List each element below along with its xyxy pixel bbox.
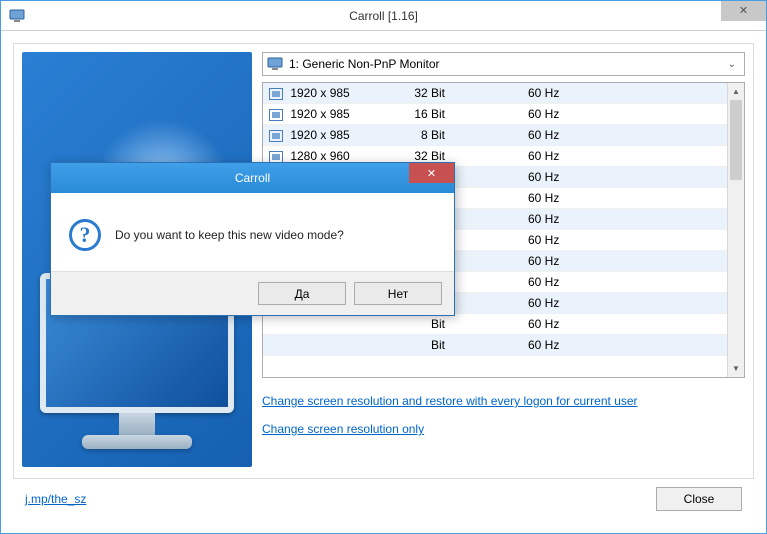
refresh-cell: 60 Hz (473, 272, 727, 293)
monitor-icon (267, 57, 283, 71)
scroll-down-button[interactable]: ▼ (728, 360, 744, 377)
dialog-title: Carroll (235, 171, 270, 185)
confirm-dialog: Carroll ✕ ? Do you want to keep this new… (50, 162, 455, 316)
dialog-yes-button[interactable]: Да (258, 282, 346, 305)
resolution-row[interactable]: 1920 x 9858 Bit60 Hz (263, 125, 727, 146)
refresh-cell: 60 Hz (473, 104, 727, 125)
refresh-cell: 60 Hz (473, 167, 727, 188)
bitdepth-cell: Bit (383, 335, 473, 356)
dialog-no-button[interactable]: Нет (354, 282, 442, 305)
monitor-dropdown[interactable]: 1: Generic Non-PnP Monitor ⌄ (262, 52, 745, 76)
resolution-cell: 1920 x 985 (263, 104, 383, 125)
bitdepth-cell: 16 Bit (383, 104, 473, 125)
dialog-body: ? Do you want to keep this new video mod… (51, 193, 454, 271)
refresh-cell: 60 Hz (473, 314, 727, 335)
refresh-cell: 60 Hz (473, 251, 727, 272)
refresh-cell: 60 Hz (473, 230, 727, 251)
links: Change screen resolution and restore wit… (262, 394, 745, 450)
resolution-icon (269, 88, 283, 100)
resolution-row[interactable]: 1920 x 98532 Bit60 Hz (263, 83, 727, 104)
window-close-button[interactable]: ✕ (721, 1, 766, 21)
dialog-close-button[interactable]: ✕ (409, 163, 454, 183)
bottom-bar: j.mp/the_sz Close (13, 479, 754, 521)
titlebar: Carroll [1.16] ✕ (1, 1, 766, 31)
refresh-cell: 60 Hz (473, 83, 727, 104)
bitdepth-cell: Bit (383, 314, 473, 335)
refresh-cell: 60 Hz (473, 125, 727, 146)
link-change-only[interactable]: Change screen resolution only (262, 422, 424, 436)
scrollbar[interactable]: ▲ ▼ (727, 83, 744, 377)
bitdepth-cell: 8 Bit (383, 125, 473, 146)
app-icon (9, 8, 25, 24)
close-button[interactable]: Close (656, 487, 742, 511)
link-change-restore[interactable]: Change screen resolution and restore wit… (262, 394, 638, 408)
monitor-selected-text: 1: Generic Non-PnP Monitor (289, 57, 724, 71)
scroll-thumb[interactable] (730, 100, 742, 180)
dialog-message: Do you want to keep this new video mode? (115, 228, 344, 242)
refresh-cell: 60 Hz (473, 293, 727, 314)
resolution-icon (269, 130, 283, 142)
refresh-cell: 60 Hz (473, 188, 727, 209)
dialog-titlebar: Carroll ✕ (51, 163, 454, 193)
refresh-cell: 60 Hz (473, 209, 727, 230)
resolution-row[interactable]: 1920 x 98516 Bit60 Hz (263, 104, 727, 125)
resolution-cell: 1920 x 985 (263, 83, 383, 104)
window-title: Carroll [1.16] (349, 9, 418, 23)
resolution-cell: 1920 x 985 (263, 125, 383, 146)
chevron-down-icon: ⌄ (724, 59, 740, 70)
resolution-cell (263, 314, 383, 335)
resolution-cell (263, 335, 383, 356)
refresh-cell: 60 Hz (473, 335, 727, 356)
resolution-row[interactable]: Bit60 Hz (263, 314, 727, 335)
resolution-icon (269, 109, 283, 121)
scroll-up-button[interactable]: ▲ (728, 83, 744, 100)
bitdepth-cell: 32 Bit (383, 83, 473, 104)
resolution-row[interactable]: Bit60 Hz (263, 335, 727, 356)
question-icon: ? (69, 219, 101, 251)
dialog-buttons: Да Нет (51, 271, 454, 315)
refresh-cell: 60 Hz (473, 146, 727, 167)
credits-link[interactable]: j.mp/the_sz (25, 492, 86, 506)
